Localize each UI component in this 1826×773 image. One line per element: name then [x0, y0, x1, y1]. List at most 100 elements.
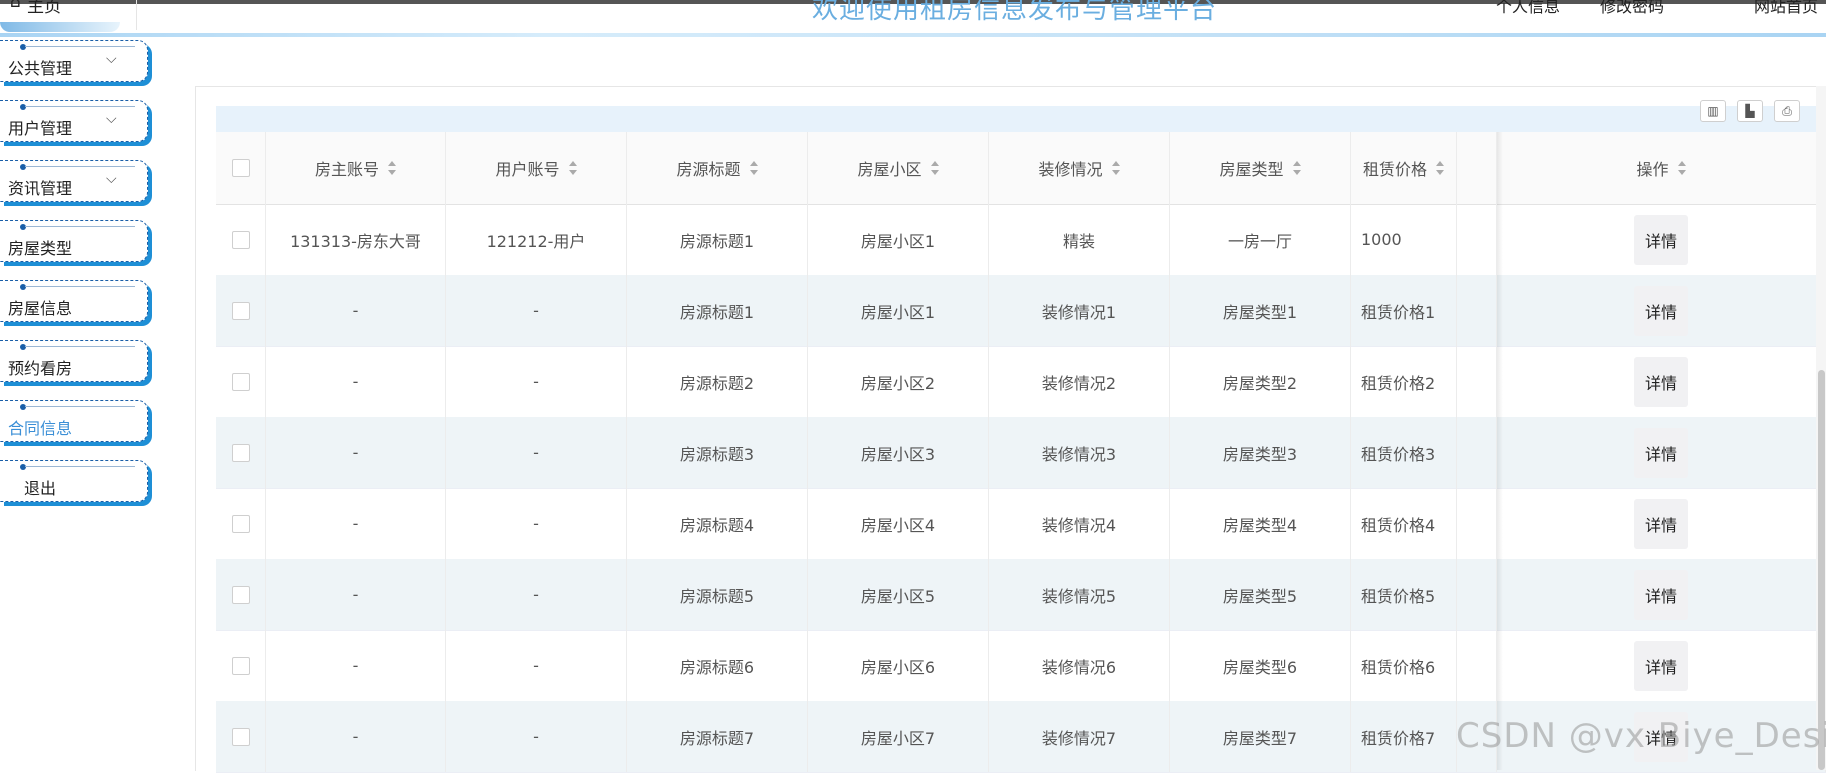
select-all-checkbox[interactable] [231, 159, 250, 177]
table-row[interactable]: 131313-房东大哥 121212-用户 房源标题1 房屋小区1 精装 一房一厅 1000… [216, 204, 1826, 276]
row-select-cell [216, 488, 266, 559]
menu-pin-icon [20, 224, 26, 230]
table-cell: - [266, 417, 446, 488]
profile-link[interactable]: 个人信息 [1496, 0, 1560, 17]
sidebar-item[interactable]: 房屋信息 [0, 280, 148, 322]
sort-icon[interactable] [749, 161, 758, 175]
table-cell: 房屋类型1 [1170, 275, 1351, 346]
sort-icon[interactable] [568, 161, 577, 175]
table-cell: - [446, 559, 627, 630]
row-checkbox[interactable] [231, 301, 250, 320]
menu-pin-icon [20, 464, 26, 470]
table-cell: - [266, 630, 446, 701]
table-row[interactable]: - - 房源标题4 房屋小区4 装修情况4 房屋类型4 租赁价格4 详情 [216, 488, 1826, 560]
print-icon[interactable]: ⎙ [1774, 100, 1800, 122]
table-cell: 房屋小区4 [808, 488, 989, 559]
sort-icon[interactable] [388, 161, 396, 175]
sort-icon[interactable] [1111, 161, 1120, 175]
menu-pin-line [25, 406, 135, 407]
table-cell: 房屋类型6 [1170, 630, 1351, 701]
menu-pin-icon [20, 404, 26, 410]
table-cell: - [446, 346, 627, 417]
detail-button[interactable]: 详情 [1634, 285, 1688, 336]
column-header[interactable]: 房主账号 [266, 132, 446, 204]
table-row[interactable]: - - 房源标题6 房屋小区6 装修情况6 房屋类型6 租赁价格6 详情 [216, 630, 1826, 702]
table-cell: 租赁价格1 [1351, 275, 1457, 346]
column-header[interactable]: 房屋小区 [808, 132, 989, 204]
sidebar-item-label: 合同信息 [8, 419, 73, 438]
table-cell: - [446, 701, 627, 772]
table-cell: 装修情况6 [989, 630, 1170, 701]
action-cell: 详情 [1497, 346, 1826, 417]
sidebar-item[interactable]: 资讯管理 ⌵ [0, 160, 148, 202]
row-select-cell [216, 204, 266, 275]
table-cell: - [266, 346, 446, 417]
column-header[interactable]: 房源标题 [627, 132, 808, 204]
action-cell: 详情 [1497, 417, 1826, 488]
sidebar-item-label: 房屋类型 [8, 239, 73, 258]
table-cell: 房屋小区6 [808, 630, 989, 701]
sort-icon[interactable] [1677, 161, 1686, 175]
table-cell: 房屋类型2 [1170, 346, 1351, 417]
sort-icon[interactable] [930, 161, 939, 175]
menu-pin-line [25, 226, 135, 227]
row-select-cell [216, 559, 266, 630]
detail-button[interactable]: 详情 [1634, 356, 1688, 407]
select-all-cell [216, 132, 266, 204]
sidebar-item[interactable]: 公共管理 ⌵ [0, 40, 148, 82]
table-row[interactable]: - - 房源标题2 房屋小区2 装修情况2 房屋类型2 租赁价格2 详情 [216, 346, 1826, 418]
sidebar-item[interactable]: 预约看房 [0, 340, 148, 382]
detail-button[interactable]: 详情 [1634, 569, 1688, 620]
detail-button[interactable]: 详情 [1634, 427, 1688, 478]
table-cell: 131313-房东大哥 [266, 204, 446, 275]
watermark: CSDN @vx Biye_Design [1456, 716, 1826, 756]
table-row[interactable]: - - 房源标题3 房屋小区3 装修情况3 房屋类型3 租赁价格3 详情 [216, 417, 1826, 489]
chevron-down-icon: ⌵ [106, 51, 117, 67]
table-header-row: 房主账号 用户账号 房源标题 房屋小区 装修情况 房屋类型 租赁价格 操作 [216, 132, 1826, 205]
table-cell: 房屋类型5 [1170, 559, 1351, 630]
spacer-cell [1457, 488, 1497, 559]
sidebar-item[interactable]: 退出 [0, 460, 148, 502]
detail-button[interactable]: 详情 [1634, 214, 1688, 265]
row-checkbox[interactable] [231, 585, 250, 604]
row-select-cell [216, 346, 266, 417]
column-header[interactable]: 用户账号 [446, 132, 627, 204]
menu-pin-icon [20, 104, 26, 110]
table-row[interactable]: - - 房源标题5 房屋小区5 装修情况5 房屋类型5 租赁价格5 详情 [216, 559, 1826, 631]
detail-button[interactable]: 详情 [1634, 640, 1688, 691]
column-header[interactable]: 租赁价格 [1351, 132, 1457, 204]
row-checkbox[interactable] [231, 443, 250, 462]
sort-icon[interactable] [1436, 161, 1444, 175]
home-tab[interactable]: ⌂ 主页 [0, 0, 137, 32]
menu-pin-line [25, 346, 135, 347]
export-icon[interactable]: ▙ [1737, 100, 1763, 122]
table-cell: 租赁价格2 [1351, 346, 1457, 417]
row-select-cell [216, 417, 266, 488]
change-password-link[interactable]: 修改密码 [1600, 0, 1664, 17]
row-checkbox[interactable] [231, 230, 250, 249]
table-cell: - [446, 630, 627, 701]
scrollbar-thumb[interactable] [1818, 370, 1825, 770]
detail-button[interactable]: 详情 [1634, 498, 1688, 549]
row-checkbox[interactable] [231, 514, 250, 533]
spacer-cell [1457, 346, 1497, 417]
row-checkbox[interactable] [231, 372, 250, 391]
column-header[interactable]: 装修情况 [989, 132, 1170, 204]
row-checkbox[interactable] [231, 656, 250, 675]
sidebar-item-label: 房屋信息 [8, 299, 73, 318]
column-header[interactable]: 操作 [1497, 132, 1826, 204]
sidebar-item[interactable]: 用户管理 ⌵ [0, 100, 148, 142]
home-icon: ⌂ [10, 0, 21, 12]
sidebar-item[interactable]: 房屋类型 [0, 220, 148, 262]
columns-icon[interactable]: ▥ [1700, 100, 1726, 122]
sidebar-item[interactable]: 合同信息 [0, 400, 148, 442]
table-cell: 房屋类型3 [1170, 417, 1351, 488]
row-checkbox[interactable] [231, 727, 250, 746]
table-cell: 装修情况5 [989, 559, 1170, 630]
sort-icon[interactable] [1292, 161, 1301, 175]
table-row[interactable]: - - 房源标题1 房屋小区1 装修情况1 房屋类型1 租赁价格1 详情 [216, 275, 1826, 347]
table-cell: 房屋小区1 [808, 275, 989, 346]
column-header[interactable]: 房屋类型 [1170, 132, 1351, 204]
site-home-link[interactable]: 网站首页 [1754, 0, 1818, 17]
menu-pin-icon [20, 284, 26, 290]
